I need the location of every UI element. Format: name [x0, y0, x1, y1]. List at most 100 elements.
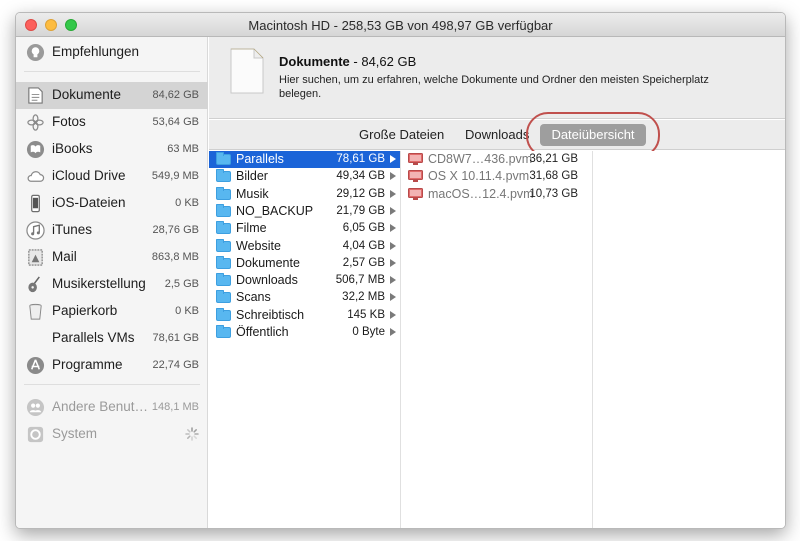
- folder-icon: [216, 255, 231, 269]
- folder-icon: [216, 203, 231, 217]
- sidebar-item-size: 28,76 GB: [152, 224, 199, 236]
- folder-icon: [216, 325, 231, 338]
- folder-icon: [216, 273, 231, 287]
- folder-icon: [216, 238, 231, 252]
- disclosure-arrow-icon: [390, 172, 396, 181]
- category-description: Hier suchen, um zu erfahren, welche Doku…: [279, 74, 709, 100]
- folder-name: NO_BACKUP: [236, 203, 314, 218]
- file-row[interactable]: CD8W7…436.pvm 36,21 GB: [401, 151, 592, 168]
- cloud-icon: [27, 171, 45, 182]
- users-icon: [26, 398, 45, 417]
- sidebar-item-parallels-vms[interactable]: Parallels VMs 78,61 GB: [16, 325, 208, 352]
- sidebar-divider: [24, 384, 200, 385]
- sidebar-item-label: Fotos: [52, 114, 86, 129]
- folder-row[interactable]: Bilder 49,34 GB: [209, 168, 400, 185]
- folder-row[interactable]: Parallels 78,61 GB: [209, 151, 400, 168]
- folder-row[interactable]: Website 4,04 GB: [209, 238, 400, 255]
- sidebar-item-size: 549,9 MB: [151, 170, 199, 182]
- disclosure-arrow-icon: [390, 241, 396, 250]
- disclosure-arrow-icon: [390, 328, 396, 336]
- folder-name: Dokumente: [236, 255, 300, 270]
- file-row[interactable]: OS X 10.11.4.pvm 31,68 GB: [401, 168, 592, 185]
- folder-icon: [216, 307, 231, 321]
- sidebar-item-size: 863,8 MB: [151, 251, 199, 263]
- folder-size: 29,12 GB: [336, 187, 385, 200]
- folder-size: 32,2 MB: [342, 291, 385, 304]
- folder-size: 0 Byte: [352, 326, 385, 338]
- loading-spinner-icon: [185, 427, 199, 441]
- disclosure-arrow-icon: [390, 155, 396, 163]
- sidebar-item-label: Musikerstellung: [52, 276, 146, 291]
- sidebar-item-ibooks[interactable]: iBooks 63 MB: [16, 136, 208, 163]
- file-size: 36,21 GB: [529, 153, 578, 165]
- folder-row[interactable]: Schreibtisch 145 KB: [209, 307, 400, 324]
- folder-row[interactable]: Downloads 506,7 MB: [209, 272, 400, 289]
- folder-size: 49,34 GB: [336, 170, 385, 183]
- file-column: CD8W7…436.pvm 36,21 GB OS X 10.11.4.pvm 31,…: [401, 151, 593, 528]
- sidebar-item-programme[interactable]: Programme 22,74 GB: [16, 352, 208, 379]
- category-size: - 84,62 GB: [349, 54, 417, 69]
- category-title: Dokumente - 84,62 GB: [279, 54, 416, 69]
- disclosure-arrow-icon: [390, 276, 396, 285]
- disclosure-arrow-icon: [390, 189, 396, 198]
- sidebar-item-papierkorb[interactable]: Papierkorb 0 KB: [16, 298, 208, 325]
- sidebar-item-fotos[interactable]: Fotos 53,64 GB: [16, 109, 208, 136]
- folder-name: Filme: [236, 221, 267, 236]
- disclosure-arrow-icon: [390, 224, 396, 233]
- sidebar-item-andere-benutzer[interactable]: Andere Benut… 148,1 MB: [16, 394, 208, 421]
- sidebar-item-label: Papierkorb: [52, 303, 118, 318]
- folder-row[interactable]: Musik 29,12 GB: [209, 186, 400, 203]
- file-name: macOS…12.4.pvm: [428, 186, 534, 201]
- file-browser: Parallels 78,61 GB Bilder 49,34 GB Musik 29,1…: [209, 151, 785, 528]
- photos-icon: [27, 114, 44, 131]
- document-icon: [28, 87, 43, 104]
- disclosure-arrow-icon: [390, 293, 396, 302]
- sidebar-item-label: Empfehlungen: [52, 44, 140, 59]
- sidebar-item-label: iCloud Drive: [52, 168, 126, 183]
- virtual-machine-icon: [408, 187, 423, 200]
- folder-row[interactable]: Scans 32,2 MB: [209, 289, 400, 306]
- file-name: OS X 10.11.4.pvm: [428, 169, 530, 184]
- folder-name: Website: [236, 238, 281, 253]
- folder-size: 78,61 GB: [336, 153, 385, 165]
- folder-size: 2,57 GB: [342, 256, 385, 269]
- folder-name: Scans: [236, 290, 271, 305]
- disclosure-arrow-icon: [390, 258, 396, 267]
- sidebar-item-icloud-drive[interactable]: iCloud Drive 549,9 MB: [16, 163, 208, 190]
- virtual-machine-icon: [408, 153, 423, 165]
- sidebar-item-label: Parallels VMs: [52, 330, 135, 345]
- folder-icon: [216, 186, 231, 200]
- sidebar-item-ios-dateien[interactable]: iOS-Dateien 0 KB: [16, 190, 208, 217]
- category-name: Dokumente: [279, 54, 350, 69]
- file-size: 31,68 GB: [529, 170, 578, 183]
- folder-row[interactable]: Öffentlich 0 Byte: [209, 324, 400, 341]
- folder-row[interactable]: Dokumente 2,57 GB: [209, 255, 400, 272]
- sidebar-item-size: 63 MB: [167, 143, 199, 155]
- folder-icon: [216, 221, 231, 235]
- ibooks-icon: [26, 140, 45, 159]
- sidebar-item-system[interactable]: System: [16, 421, 208, 448]
- file-row[interactable]: macOS…12.4.pvm 10,73 GB: [401, 186, 592, 203]
- sidebar-item-size: 84,62 GB: [152, 89, 199, 101]
- sidebar-item-size: 0 KB: [175, 197, 199, 209]
- folder-size: 6,05 GB: [342, 222, 385, 235]
- folder-icon: [216, 152, 231, 165]
- sidebar-item-musikerstellung[interactable]: Musikerstellung 2,5 GB: [16, 271, 208, 298]
- folder-name: Parallels: [236, 152, 284, 166]
- sidebar: Empfehlungen Dokumente 84,62 GB Fotos 53…: [16, 37, 208, 528]
- folder-size: 506,7 MB: [335, 274, 385, 287]
- folder-row[interactable]: Filme 6,05 GB: [209, 220, 400, 237]
- sidebar-item-dokumente[interactable]: Dokumente 84,62 GB: [16, 82, 208, 109]
- sidebar-item-size: 0 KB: [175, 305, 199, 317]
- lightbulb-icon: [26, 43, 45, 62]
- sidebar-item-itunes[interactable]: iTunes 28,76 GB: [16, 217, 208, 244]
- tab-downloads[interactable]: Downloads: [465, 127, 529, 142]
- sidebar-item-empfehlungen[interactable]: Empfehlungen: [16, 39, 208, 66]
- sidebar-item-mail[interactable]: Mail 863,8 MB: [16, 244, 208, 271]
- tab-large-files[interactable]: Große Dateien: [359, 127, 444, 142]
- folder-size: 4,04 GB: [342, 239, 385, 252]
- folder-row[interactable]: NO_BACKUP 21,79 GB: [209, 203, 400, 220]
- sidebar-item-size: 2,5 GB: [164, 278, 199, 290]
- stamp-icon: [28, 249, 43, 266]
- folder-name: Schreibtisch: [236, 307, 305, 322]
